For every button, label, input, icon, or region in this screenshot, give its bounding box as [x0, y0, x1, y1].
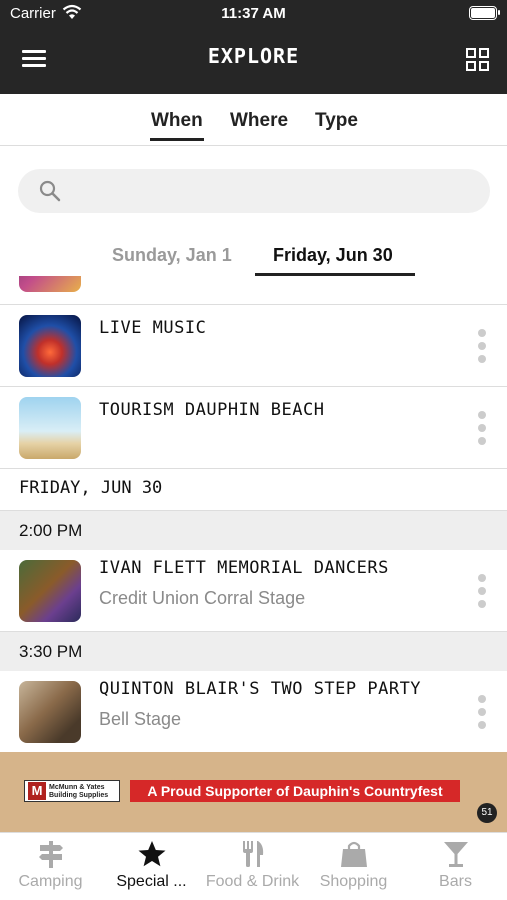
tab-bars[interactable]: Bars	[405, 833, 506, 900]
segment-when[interactable]: When	[150, 110, 204, 141]
search-bar	[18, 169, 490, 213]
tab-label: Food & Drink	[205, 873, 300, 890]
event-venue: Bell Stage	[99, 709, 182, 729]
sponsor-message: A Proud Supporter of Dauphin's Countryfe…	[130, 780, 460, 802]
event-title: LIVE MUSIC	[99, 318, 207, 338]
sponsor-logo: M McMunn & Yates Building Supplies	[24, 780, 120, 802]
time-header: 3:30 PM	[0, 632, 507, 671]
list-item[interactable]	[0, 276, 507, 305]
tab-special-events[interactable]: Special ...	[101, 833, 202, 900]
day-header: FRIDAY, JUN 30	[0, 469, 507, 511]
shopping-bag-icon	[341, 841, 367, 867]
filter-segments: When Where Type	[0, 94, 507, 146]
list-item[interactable]: TOURISM DAUPHIN BEACH	[0, 387, 507, 469]
star-icon	[138, 841, 166, 867]
more-options-icon[interactable]	[478, 411, 486, 445]
event-title: QUINTON BLAIR'S TWO STEP PARTY	[99, 679, 422, 699]
event-thumbnail	[19, 315, 81, 377]
battery-icon	[469, 6, 500, 20]
event-title: IVAN FLETT MEMORIAL DANCERS	[99, 558, 389, 578]
signpost-icon	[39, 841, 63, 868]
status-bar: Carrier 11:37 AM	[0, 0, 507, 28]
top-bar: Carrier 11:37 AM EXPLORE	[0, 0, 507, 94]
event-thumbnail	[19, 560, 81, 622]
event-thumbnail	[19, 276, 81, 292]
tab-label: Special ...	[116, 873, 187, 890]
list-item[interactable]: QUINTON BLAIR'S TWO STEP PARTY Bell Stag…	[0, 671, 507, 752]
segment-where[interactable]: Where	[230, 110, 288, 132]
more-options-icon[interactable]	[478, 695, 486, 729]
event-thumbnail	[19, 397, 81, 459]
cocktail-glass-icon	[444, 842, 468, 867]
search-input[interactable]	[74, 169, 474, 213]
more-options-icon[interactable]	[478, 574, 486, 608]
segment-type[interactable]: Type	[315, 110, 358, 132]
sponsor-logo-mark: M	[28, 782, 46, 800]
event-venue: Credit Union Corral Stage	[99, 588, 306, 608]
status-time: 11:37 AM	[221, 5, 286, 22]
event-list[interactable]: LIVE MUSIC TOURISM DAUPHIN BEACH FRIDAY,…	[0, 276, 507, 752]
tab-label: Camping	[18, 873, 83, 890]
tab-food-drink[interactable]: Food & Drink	[202, 833, 303, 900]
more-options-icon[interactable]	[478, 329, 486, 363]
tab-camping[interactable]: Camping	[0, 833, 101, 900]
ad-badge: 51	[477, 803, 497, 823]
sponsor-ad-banner[interactable]: M McMunn & Yates Building Supplies A Pro…	[0, 752, 507, 832]
date-tab-sunday-jan-1[interactable]: Sunday, Jan 1	[112, 245, 232, 266]
tab-label: Shopping	[319, 873, 388, 890]
tab-label: Bars	[439, 873, 472, 890]
tab-shopping[interactable]: Shopping	[303, 833, 404, 900]
list-item[interactable]: IVAN FLETT MEMORIAL DANCERS Credit Union…	[0, 550, 507, 632]
search-icon	[39, 180, 61, 202]
fork-knife-icon	[243, 841, 264, 867]
event-title: TOURISM DAUPHIN BEACH	[99, 400, 325, 420]
event-thumbnail	[19, 681, 81, 743]
time-header: 2:00 PM	[0, 511, 507, 550]
bottom-tab-bar: Camping Special ... Food & Drink Shoppin…	[0, 832, 507, 900]
grid-view-icon[interactable]	[466, 48, 490, 72]
sponsor-logo-text: McMunn & Yates Building Supplies	[49, 784, 109, 799]
date-tab-friday-jun-30[interactable]: Friday, Jun 30	[273, 245, 393, 266]
page-title: EXPLORE	[207, 44, 300, 68]
list-item[interactable]: LIVE MUSIC	[0, 305, 507, 387]
